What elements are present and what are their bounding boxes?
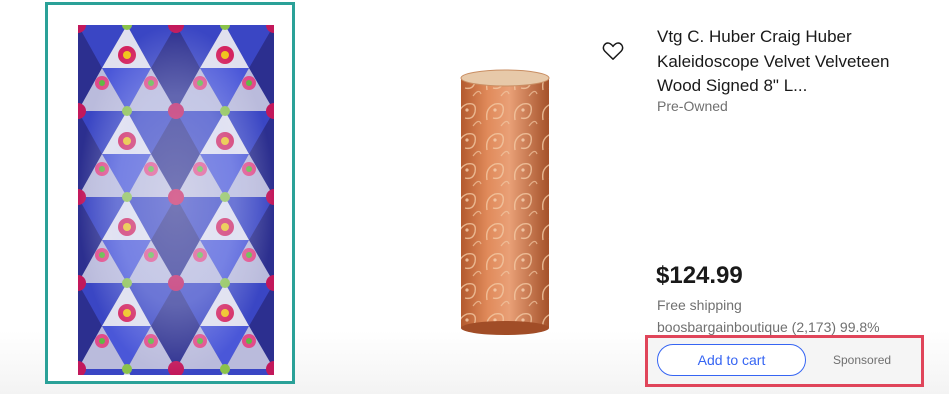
- wood-cylinder-image: [460, 69, 550, 335]
- kaleidoscope-pattern: [78, 25, 274, 375]
- listing-title[interactable]: Vtg C. Huber Craig Huber Kaleidoscope Ve…: [657, 25, 907, 99]
- highlighted-action-region: Add to cart Sponsored: [645, 335, 924, 387]
- shipping-info: Free shipping: [657, 297, 742, 313]
- search-result-card: Vtg C. Huber Craig Huber Kaleidoscope Ve…: [0, 0, 949, 394]
- kaleidoscope-view-image[interactable]: [78, 25, 274, 375]
- highlighted-image-region: [45, 2, 295, 384]
- seller-info: boosbargainboutique (2,173) 99.8%: [657, 319, 880, 335]
- condition-label: Pre-Owned: [657, 98, 728, 114]
- price: $124.99: [656, 262, 743, 289]
- product-image[interactable]: [455, 68, 555, 338]
- heart-icon[interactable]: [602, 41, 624, 61]
- add-to-cart-button[interactable]: Add to cart: [657, 344, 806, 376]
- sponsored-label: Sponsored: [833, 353, 892, 367]
